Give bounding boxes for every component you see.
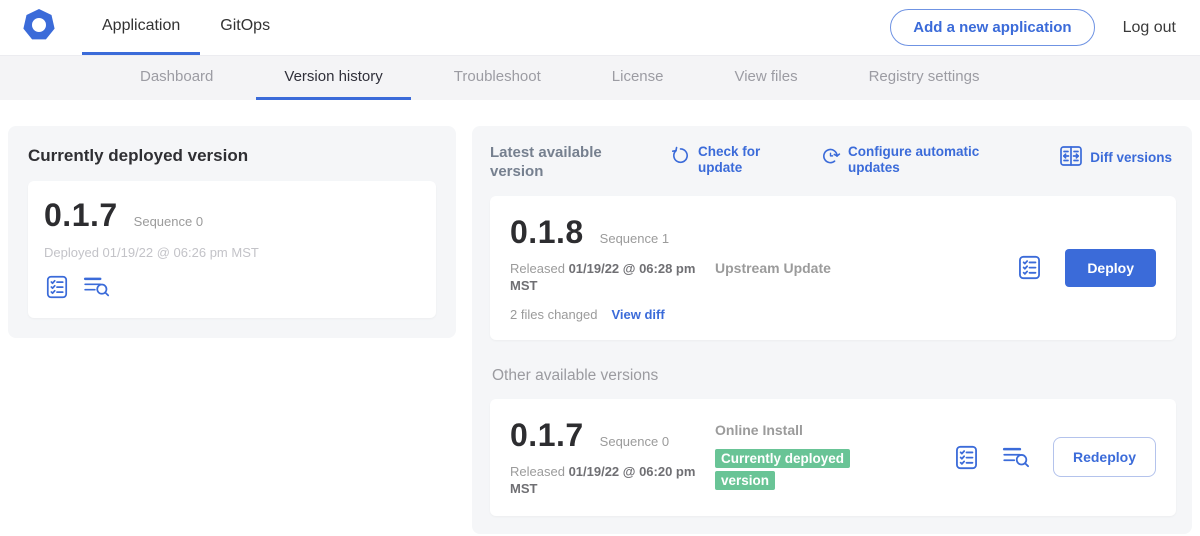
subtab-troubleshoot-label: Troubleshoot (454, 68, 541, 85)
other-version-card: 0.1.7 Sequence 0 Released 01/19/22 @ 06:… (490, 399, 1176, 516)
deployed-sequence: Sequence 0 (134, 214, 203, 229)
other-versions-title: Other available versions (492, 367, 1174, 385)
subtab-troubleshoot[interactable]: Troubleshoot (426, 56, 569, 100)
logout-link[interactable]: Log out (1123, 19, 1176, 37)
configure-automatic-updates-label: Configure automatic updates (848, 144, 992, 176)
subtab-license[interactable]: License (584, 56, 692, 100)
other-version-number: 0.1.7 (510, 417, 584, 454)
tab-application-label: Application (102, 17, 180, 35)
tab-gitops[interactable]: GitOps (200, 0, 290, 55)
latest-released-line: Released 01/19/22 @ 06:28 pm MST (510, 260, 710, 295)
latest-available-title: Latest available version (490, 144, 648, 182)
app-logo[interactable] (22, 0, 56, 55)
latest-files-row: 2 files changed View diff (510, 307, 715, 322)
config-checklist-icon[interactable] (953, 444, 980, 471)
configure-automatic-updates-link[interactable]: Configure automatic updates (820, 144, 992, 176)
add-application-button[interactable]: Add a new application (890, 9, 1094, 46)
released-label: Released (510, 261, 565, 276)
subtab-view-files-label: View files (734, 68, 797, 85)
other-version-info: 0.1.7 Sequence 0 Released 01/19/22 @ 06:… (510, 417, 715, 498)
deploy-logs-icon[interactable] (83, 274, 111, 300)
subtab-view-files[interactable]: View files (706, 56, 825, 100)
other-version-actions: Redeploy (953, 437, 1156, 477)
subtab-version-history[interactable]: Version history (256, 56, 410, 100)
deploy-button[interactable]: Deploy (1065, 249, 1156, 287)
app-sub-nav: Dashboard Version history Troubleshoot L… (0, 56, 1200, 100)
main-content: Currently deployed version 0.1.7 Sequenc… (0, 100, 1200, 534)
tab-gitops-label: GitOps (220, 17, 270, 35)
view-diff-link[interactable]: View diff (611, 307, 664, 322)
schedule-update-icon (820, 144, 841, 170)
diff-versions-link[interactable]: Diff versions (1059, 144, 1172, 171)
heptagon-logo-icon (22, 8, 56, 47)
diff-icon (1059, 144, 1083, 171)
subtab-dashboard-label: Dashboard (140, 68, 213, 85)
currently-deployed-panel: Currently deployed version 0.1.7 Sequenc… (8, 126, 456, 338)
latest-version-number: 0.1.8 (510, 214, 584, 251)
kots-admin-console: Application GitOps Add a new application… (0, 0, 1200, 536)
latest-sequence: Sequence 1 (600, 231, 669, 246)
other-version-source: Online Install Currently deployed versio… (715, 422, 900, 492)
released-label: Released (510, 464, 565, 479)
currently-deployed-badge: Currently deployed version (715, 449, 850, 490)
deploy-logs-icon[interactable] (1002, 444, 1031, 471)
top-nav-right: Add a new application Log out (890, 0, 1176, 55)
other-released-line: Released 01/19/22 @ 06:20 pm MST (510, 463, 710, 498)
available-versions-panel: Latest available version Check for updat… (472, 126, 1192, 534)
install-type: Online Install (715, 422, 900, 438)
deployed-version-card: 0.1.7 Sequence 0 Deployed 01/19/22 @ 06:… (28, 181, 436, 318)
subtab-dashboard[interactable]: Dashboard (112, 56, 241, 100)
subtab-registry-settings[interactable]: Registry settings (841, 56, 1008, 100)
latest-version-source: Upstream Update (715, 260, 900, 276)
latest-version-card: 0.1.8 Sequence 1 Released 01/19/22 @ 06:… (490, 196, 1176, 340)
deployed-version-number: 0.1.7 (44, 197, 118, 234)
deployed-badge-wrap: Currently deployed version (715, 448, 870, 492)
currently-deployed-title: Currently deployed version (28, 146, 436, 166)
redeploy-button[interactable]: Redeploy (1053, 437, 1156, 477)
top-nav: Application GitOps Add a new application… (0, 0, 1200, 56)
subtab-version-history-label: Version history (284, 68, 382, 85)
check-for-update-label: Check for update (698, 144, 780, 176)
other-sequence: Sequence 0 (600, 434, 669, 449)
deployed-version-row: 0.1.7 Sequence 0 (44, 197, 420, 234)
tab-application[interactable]: Application (82, 0, 200, 55)
refresh-icon (670, 144, 691, 170)
subtab-license-label: License (612, 68, 664, 85)
deployed-timestamp: Deployed 01/19/22 @ 06:26 pm MST (44, 245, 420, 260)
available-header: Latest available version Check for updat… (490, 144, 1176, 182)
config-checklist-icon[interactable] (1016, 254, 1043, 281)
subtab-registry-settings-label: Registry settings (869, 68, 980, 85)
latest-version-info: 0.1.8 Sequence 1 Released 01/19/22 @ 06:… (510, 214, 715, 322)
check-for-update-link[interactable]: Check for update (670, 144, 780, 176)
latest-version-actions: Deploy (1016, 249, 1156, 287)
deployed-actions (44, 274, 420, 300)
diff-versions-label: Diff versions (1090, 150, 1172, 166)
config-checklist-icon[interactable] (44, 274, 70, 300)
files-changed-count: 2 files changed (510, 307, 597, 322)
